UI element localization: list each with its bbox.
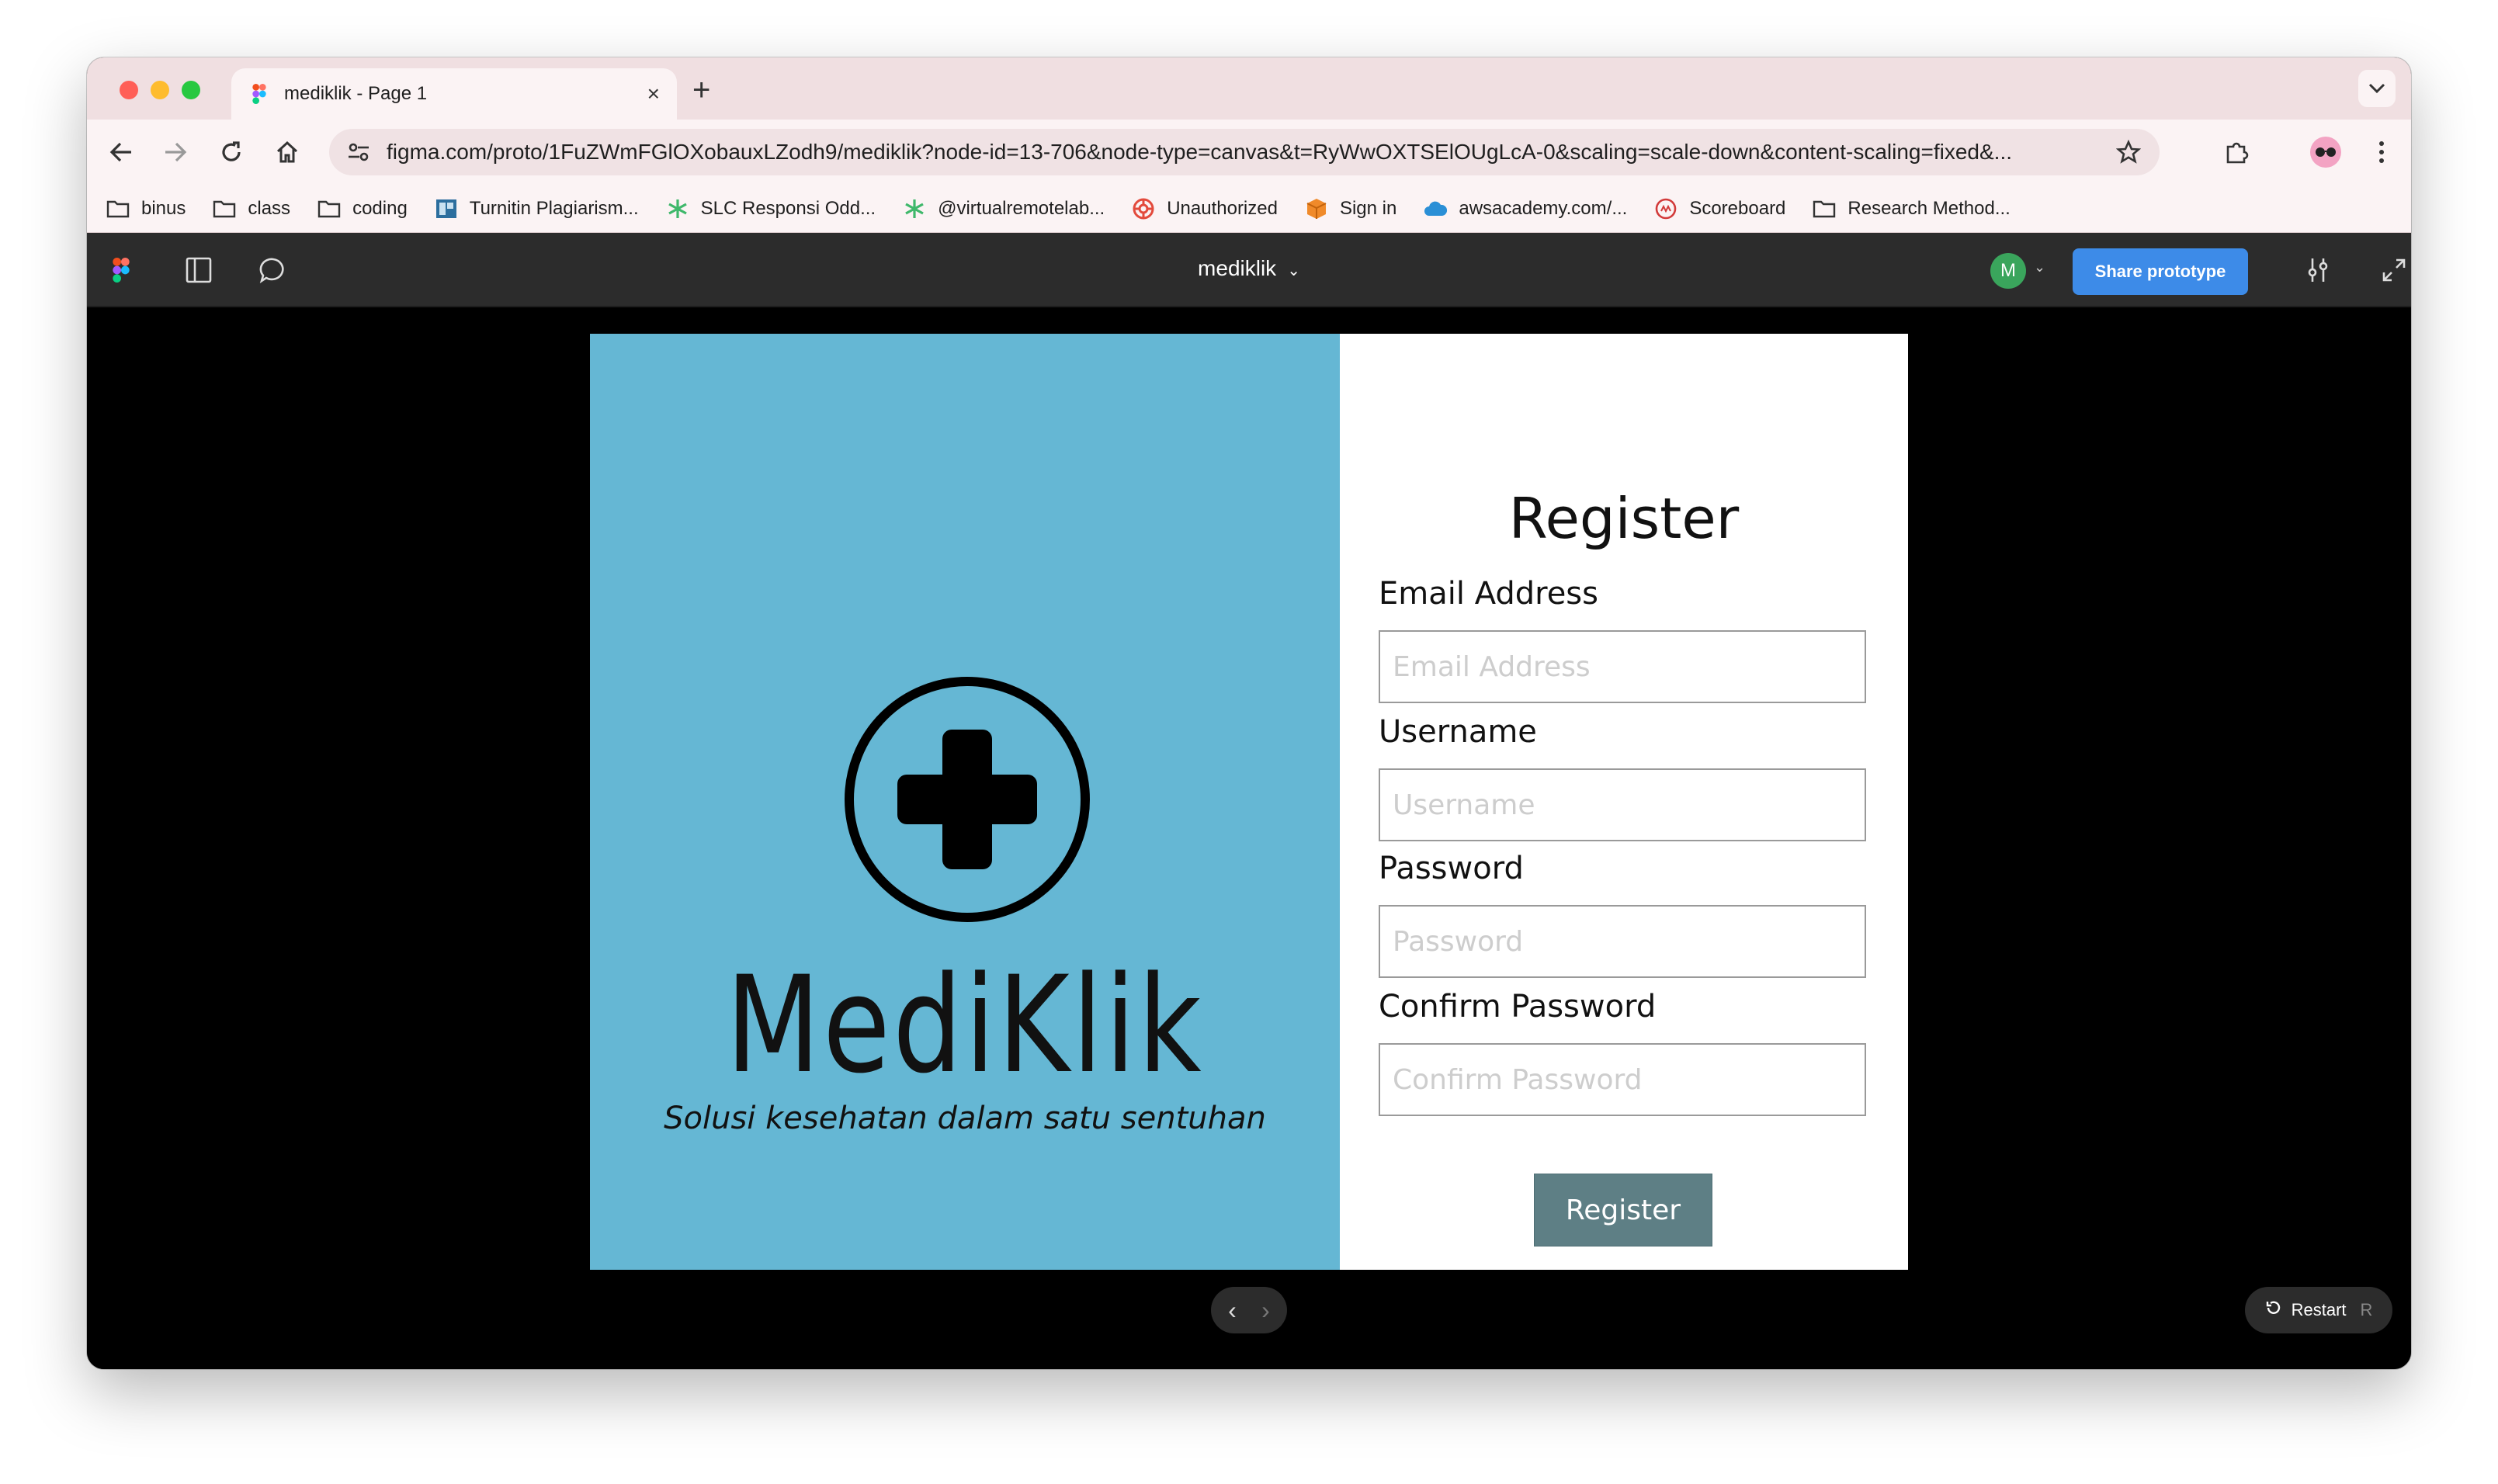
brand-name: MediKlik [726,947,1204,1103]
bookmark-binus[interactable]: binus [106,198,186,220]
chevron-down-icon[interactable]: ⌄ [2034,259,2045,276]
username-label: Username [1379,714,1537,750]
forward-arrow-icon[interactable] [158,135,193,169]
brand-tagline: Solusi kesehatan dalam satu sentuhan [664,1101,1266,1136]
lifebuoy-icon [1131,198,1156,220]
bookmark-label: Scoreboard [1689,197,1786,219]
figma-prototype-toolbar: mediklik ⌄ M ⌄ Share prototype [87,233,2411,307]
confirm-password-label: Confirm Password [1379,989,1657,1025]
restart-icon [2265,1299,2282,1321]
folder-icon [106,198,130,220]
tab-mediklik[interactable]: mediklik - Page 1 × [231,68,677,120]
bookmark-label: SLC Responsi Odd... [700,197,876,219]
close-window-button[interactable] [120,81,138,99]
restart-button[interactable]: Restart R [2245,1287,2392,1333]
password-label: Password [1379,851,1524,886]
profile-avatar[interactable] [2307,133,2344,171]
bookmark-label: @virtualremotelab... [938,197,1105,219]
bookmark-label: Unauthorized [1167,197,1278,219]
url-text: figma.com/proto/1FuZWmFGlOXobauxLZodh9/m… [387,140,2012,164]
register-frame: MediKlik Solusi kesehatan dalam satu sen… [590,334,1908,1270]
bookmark-star-icon[interactable] [2110,133,2147,171]
maximize-window-button[interactable] [182,81,200,99]
file-title-menu[interactable]: mediklik ⌄ [87,256,2411,281]
register-form: Register Email Address Username Password… [1340,334,1908,1270]
cloud-icon [1423,198,1448,220]
new-tab-button[interactable]: + [692,75,710,106]
prototype-settings-icon[interactable] [2299,251,2337,289]
bookmark-label: coding [352,197,408,219]
bookmark-virtualremotelab[interactable]: @virtualremotelab... [902,198,1105,220]
username-field[interactable] [1379,768,1866,841]
next-frame-icon[interactable]: › [1261,1296,1270,1325]
restart-label: Restart [2291,1300,2347,1319]
figma-favicon-icon [248,83,270,105]
bookmark-research-method[interactable]: Research Method... [1812,197,2011,220]
bookmark-coding[interactable]: coding [317,198,408,220]
frame-pager: ‹ › [1211,1287,1287,1333]
home-icon[interactable] [270,135,304,169]
user-avatar[interactable]: M [1990,253,2026,289]
email-label: Email Address [1379,576,1598,612]
chevron-down-icon: ⌄ [1287,262,1300,279]
bookmark-label: Turnitin Plagiarism... [469,197,639,219]
browser-menu-kebab-icon[interactable] [2363,133,2400,171]
bookmark-unauthorized[interactable]: Unauthorized [1131,198,1278,220]
folder-icon [1812,198,1837,220]
ctf-icon [1653,198,1678,220]
reload-icon[interactable] [214,135,248,169]
prototype-canvas: MediKlik Solusi kesehatan dalam satu sen… [87,307,2411,1369]
asterisk-icon [665,198,690,220]
bookmark-slc[interactable]: SLC Responsi Odd... [665,198,876,220]
folder-icon [212,198,237,220]
minimize-window-button[interactable] [151,81,169,99]
site-settings-icon[interactable] [345,138,373,166]
register-button[interactable]: Register [1534,1174,1712,1246]
fullscreen-icon[interactable] [2375,251,2411,289]
extensions-puzzle-icon[interactable] [2219,133,2256,171]
confirm-password-field[interactable] [1379,1043,1866,1116]
box-icon [1304,198,1329,220]
file-title: mediklik [1198,256,1277,280]
tab-title: mediklik - Page 1 [284,83,428,104]
bookmark-sign-in[interactable]: Sign in [1304,198,1396,220]
browser-toolbar: figma.com/proto/1FuZWmFGlOXobauxLZodh9/m… [87,120,2411,185]
bookmark-label: class [248,197,291,219]
medical-cross-logo-icon [845,677,1090,922]
bookmark-awsacademy[interactable]: awsacademy.com/... [1423,198,1627,220]
bookmark-turnitin[interactable]: Turnitin Plagiarism... [434,198,639,220]
password-field[interactable] [1379,905,1866,978]
tab-close-icon[interactable]: × [647,81,660,106]
brand-panel: MediKlik Solusi kesehatan dalam satu sen… [590,334,1340,1270]
email-field[interactable] [1379,630,1866,703]
back-arrow-icon[interactable] [104,135,138,169]
restart-shortcut: R [2360,1300,2373,1319]
bookmark-label: Sign in [1339,197,1397,219]
asterisk-icon [902,198,927,220]
previous-frame-icon[interactable]: ‹ [1228,1296,1237,1325]
browser-window: mediklik - Page 1 × + figma.com/proto/1F… [87,57,2411,1369]
profile-glasses-icon [2310,137,2341,168]
bookmark-label: awsacademy.com/... [1459,197,1628,219]
form-title: Register [1508,486,1740,551]
bookmark-scoreboard[interactable]: Scoreboard [1653,198,1785,220]
bookmark-class[interactable]: class [212,198,290,220]
turnitin-icon [434,198,459,220]
address-bar[interactable]: figma.com/proto/1FuZWmFGlOXobauxLZodh9/m… [329,129,2160,175]
folder-icon [317,198,342,220]
share-prototype-button[interactable]: Share prototype [2073,248,2248,295]
tab-search-chevron-icon[interactable] [2358,70,2396,107]
bookmarks-bar: binus class coding Turnitin Plagiarism..… [87,185,2411,233]
bookmark-label: Research Method... [1847,197,2011,219]
bookmark-label: binus [141,197,186,219]
tab-strip: mediklik - Page 1 × + [87,57,2411,120]
